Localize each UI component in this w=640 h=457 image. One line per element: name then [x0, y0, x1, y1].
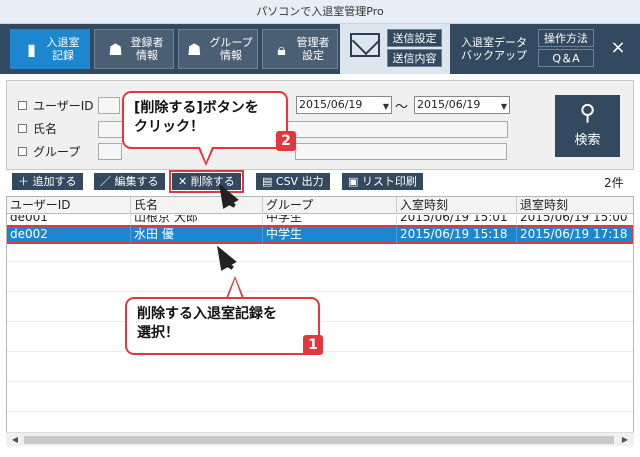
close-icon[interactable]: ×: [608, 36, 628, 60]
records-table[interactable]: ユーザーID 氏名 グループ 入室時刻 退室時刻 de001 山根京 大郎 中学…: [6, 196, 634, 446]
scrollbar-thumb[interactable]: [24, 436, 614, 444]
group-extra-input[interactable]: [295, 143, 507, 160]
toolbar-registrant-button[interactable]: ☗ 登録者 情報: [94, 29, 174, 69]
csv-export-button[interactable]: ▤ CSV 出力: [256, 173, 330, 190]
record-count: 2件: [604, 176, 624, 190]
window-title: パソコンで入退室管理Pro: [0, 0, 640, 24]
group-select[interactable]: [98, 143, 122, 160]
qa-button[interactable]: Q＆A: [538, 49, 594, 67]
step2-callout: [削除する]ボタンを クリック！: [122, 91, 288, 149]
grid-line: [7, 381, 633, 382]
user-id-filter-label[interactable]: ユーザーID: [18, 97, 94, 114]
help-button[interactable]: 操作方法: [538, 29, 594, 47]
step2-badge: 2: [276, 131, 296, 151]
grid-line: [7, 321, 633, 322]
group-filter-label[interactable]: グループ: [18, 143, 80, 160]
edit-button[interactable]: ／ 編集する: [94, 173, 165, 190]
user-icon: ☗: [108, 39, 123, 59]
table-header: ユーザーID 氏名 グループ 入室時刻 退室時刻: [7, 197, 633, 214]
grid-line: [7, 261, 633, 262]
column-header-group[interactable]: グループ: [263, 197, 397, 214]
printer-icon: ▣: [348, 175, 362, 188]
column-header-exit-time[interactable]: 退室時刻: [517, 197, 633, 214]
search-icon: ⚲: [579, 101, 596, 126]
column-header-name[interactable]: 氏名: [131, 197, 263, 214]
group-checkbox[interactable]: [18, 147, 27, 156]
mail-icon: [350, 33, 380, 57]
toolbar-group-button[interactable]: ☗ グループ 情報: [178, 29, 258, 69]
print-list-button[interactable]: ▣ リスト印刷: [342, 173, 423, 190]
table-row-selected[interactable]: de002 水田 優 中学生 2015/06/19 15:18 2015/06/…: [7, 225, 633, 244]
grid-line: [7, 291, 633, 292]
step1-badge: 1: [303, 335, 323, 355]
backup-button[interactable]: 入退室データ バックアップ: [454, 29, 534, 69]
group-icon: ☗: [187, 39, 202, 59]
name-checkbox[interactable]: [18, 124, 27, 133]
name-filter-label[interactable]: 氏名: [18, 120, 57, 137]
user-id-checkbox[interactable]: [18, 101, 27, 110]
chevron-down-icon: ▼: [500, 102, 507, 111]
step1-callout-tail-fill: [228, 279, 242, 298]
step1-callout: 削除する入退室記録を 選択！: [125, 297, 320, 355]
add-button[interactable]: ＋ 追加する: [12, 173, 83, 190]
document-icon: ▤: [262, 175, 276, 188]
step2-callout-tail-fill: [200, 147, 212, 162]
date-range-separator: ～: [395, 100, 409, 115]
toolbar-entry-record-button[interactable]: ▮ 入退室 記録: [10, 29, 90, 69]
date-from-select[interactable]: 2015/06/19 ▼: [296, 96, 392, 114]
lock-icon: 🔒︎: [277, 39, 286, 59]
scroll-left-icon[interactable]: ◀: [8, 434, 22, 446]
column-header-entry-time[interactable]: 入室時刻: [397, 197, 517, 214]
grid-line: [7, 411, 633, 412]
mail-settings-button[interactable]: 送信設定: [387, 29, 442, 47]
column-header-user-id[interactable]: ユーザーID: [7, 197, 131, 214]
mail-content-button[interactable]: 送信内容: [387, 49, 442, 67]
horizontal-scrollbar[interactable]: ◀ ▶: [6, 432, 634, 446]
scroll-right-icon[interactable]: ▶: [618, 434, 632, 446]
search-button[interactable]: ⚲ 検索: [555, 95, 620, 157]
chevron-down-icon: ▼: [382, 102, 389, 111]
door-icon: ▮: [27, 39, 36, 59]
user-id-input[interactable]: [98, 97, 120, 114]
action-bar: ＋ 追加する ／ 編集する ✕ 削除する ▤ CSV 出力 ▣ リスト印刷 2件: [0, 170, 640, 193]
toolbar-admin-button[interactable]: 🔒︎ 管理者 設定: [262, 29, 338, 69]
date-to-select[interactable]: 2015/06/19 ▼: [414, 96, 510, 114]
table-row[interactable]: de001 山根京 大郎 中学生 2015/06/19 15:01 2015/0…: [7, 215, 633, 224]
